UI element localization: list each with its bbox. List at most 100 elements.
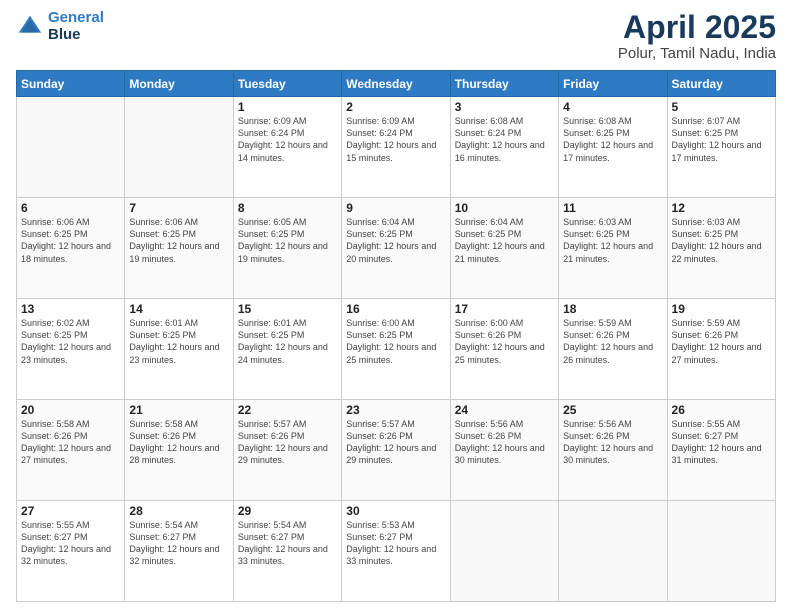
calendar-day-cell: 22Sunrise: 5:57 AM Sunset: 6:26 PM Dayli… [233,400,341,501]
calendar-day-cell [17,97,125,198]
day-number: 2 [346,100,445,114]
day-number: 29 [238,504,337,518]
day-info: Sunrise: 6:00 AM Sunset: 6:25 PM Dayligh… [346,317,445,366]
day-info: Sunrise: 5:56 AM Sunset: 6:26 PM Dayligh… [563,418,662,467]
calendar-day-cell: 12Sunrise: 6:03 AM Sunset: 6:25 PM Dayli… [667,198,775,299]
day-info: Sunrise: 6:07 AM Sunset: 6:25 PM Dayligh… [672,115,771,164]
calendar-week-row: 1Sunrise: 6:09 AM Sunset: 6:24 PM Daylig… [17,97,776,198]
header: General Blue April 2025 Polur, Tamil Nad… [16,10,776,62]
day-number: 19 [672,302,771,316]
title-block: April 2025 Polur, Tamil Nadu, India [618,10,776,62]
col-monday: Monday [125,71,233,97]
day-info: Sunrise: 6:08 AM Sunset: 6:24 PM Dayligh… [455,115,554,164]
day-info: Sunrise: 6:06 AM Sunset: 6:25 PM Dayligh… [21,216,120,265]
calendar-day-cell: 28Sunrise: 5:54 AM Sunset: 6:27 PM Dayli… [125,501,233,602]
logo: General Blue [16,10,104,43]
day-number: 4 [563,100,662,114]
calendar-day-cell: 27Sunrise: 5:55 AM Sunset: 6:27 PM Dayli… [17,501,125,602]
calendar-day-cell: 7Sunrise: 6:06 AM Sunset: 6:25 PM Daylig… [125,198,233,299]
calendar-day-cell: 4Sunrise: 6:08 AM Sunset: 6:25 PM Daylig… [559,97,667,198]
day-info: Sunrise: 6:05 AM Sunset: 6:25 PM Dayligh… [238,216,337,265]
calendar-header-row: Sunday Monday Tuesday Wednesday Thursday… [17,71,776,97]
day-info: Sunrise: 5:55 AM Sunset: 6:27 PM Dayligh… [672,418,771,467]
logo-icon [16,13,44,41]
calendar-week-row: 6Sunrise: 6:06 AM Sunset: 6:25 PM Daylig… [17,198,776,299]
day-number: 16 [346,302,445,316]
day-number: 5 [672,100,771,114]
day-number: 17 [455,302,554,316]
day-info: Sunrise: 6:04 AM Sunset: 6:25 PM Dayligh… [346,216,445,265]
day-info: Sunrise: 5:59 AM Sunset: 6:26 PM Dayligh… [672,317,771,366]
day-number: 30 [346,504,445,518]
day-number: 25 [563,403,662,417]
day-info: Sunrise: 5:57 AM Sunset: 6:26 PM Dayligh… [346,418,445,467]
calendar-day-cell: 1Sunrise: 6:09 AM Sunset: 6:24 PM Daylig… [233,97,341,198]
day-number: 11 [563,201,662,215]
day-number: 3 [455,100,554,114]
col-sunday: Sunday [17,71,125,97]
calendar-day-cell: 26Sunrise: 5:55 AM Sunset: 6:27 PM Dayli… [667,400,775,501]
day-info: Sunrise: 5:54 AM Sunset: 6:27 PM Dayligh… [129,519,228,568]
calendar-day-cell: 2Sunrise: 6:09 AM Sunset: 6:24 PM Daylig… [342,97,450,198]
calendar-day-cell: 15Sunrise: 6:01 AM Sunset: 6:25 PM Dayli… [233,299,341,400]
day-number: 18 [563,302,662,316]
day-number: 21 [129,403,228,417]
day-info: Sunrise: 6:02 AM Sunset: 6:25 PM Dayligh… [21,317,120,366]
calendar-day-cell [450,501,558,602]
calendar-day-cell: 23Sunrise: 5:57 AM Sunset: 6:26 PM Dayli… [342,400,450,501]
calendar-day-cell: 16Sunrise: 6:00 AM Sunset: 6:25 PM Dayli… [342,299,450,400]
day-info: Sunrise: 5:57 AM Sunset: 6:26 PM Dayligh… [238,418,337,467]
day-number: 10 [455,201,554,215]
col-tuesday: Tuesday [233,71,341,97]
day-number: 13 [21,302,120,316]
day-info: Sunrise: 5:54 AM Sunset: 6:27 PM Dayligh… [238,519,337,568]
day-info: Sunrise: 6:03 AM Sunset: 6:25 PM Dayligh… [563,216,662,265]
main-title: April 2025 [618,10,776,45]
day-number: 9 [346,201,445,215]
day-number: 7 [129,201,228,215]
day-info: Sunrise: 6:04 AM Sunset: 6:25 PM Dayligh… [455,216,554,265]
calendar-week-row: 13Sunrise: 6:02 AM Sunset: 6:25 PM Dayli… [17,299,776,400]
day-info: Sunrise: 5:53 AM Sunset: 6:27 PM Dayligh… [346,519,445,568]
day-info: Sunrise: 5:59 AM Sunset: 6:26 PM Dayligh… [563,317,662,366]
calendar-week-row: 27Sunrise: 5:55 AM Sunset: 6:27 PM Dayli… [17,501,776,602]
calendar-day-cell: 6Sunrise: 6:06 AM Sunset: 6:25 PM Daylig… [17,198,125,299]
col-wednesday: Wednesday [342,71,450,97]
day-number: 14 [129,302,228,316]
calendar-day-cell: 14Sunrise: 6:01 AM Sunset: 6:25 PM Dayli… [125,299,233,400]
logo-text: General Blue [48,10,104,43]
calendar-day-cell: 5Sunrise: 6:07 AM Sunset: 6:25 PM Daylig… [667,97,775,198]
day-number: 26 [672,403,771,417]
day-info: Sunrise: 6:00 AM Sunset: 6:26 PM Dayligh… [455,317,554,366]
calendar-day-cell: 8Sunrise: 6:05 AM Sunset: 6:25 PM Daylig… [233,198,341,299]
calendar-day-cell: 21Sunrise: 5:58 AM Sunset: 6:26 PM Dayli… [125,400,233,501]
day-info: Sunrise: 5:58 AM Sunset: 6:26 PM Dayligh… [21,418,120,467]
day-number: 8 [238,201,337,215]
calendar-day-cell: 13Sunrise: 6:02 AM Sunset: 6:25 PM Dayli… [17,299,125,400]
day-number: 1 [238,100,337,114]
day-info: Sunrise: 6:03 AM Sunset: 6:25 PM Dayligh… [672,216,771,265]
calendar-day-cell: 30Sunrise: 5:53 AM Sunset: 6:27 PM Dayli… [342,501,450,602]
calendar-day-cell: 3Sunrise: 6:08 AM Sunset: 6:24 PM Daylig… [450,97,558,198]
calendar-day-cell: 25Sunrise: 5:56 AM Sunset: 6:26 PM Dayli… [559,400,667,501]
calendar-day-cell [125,97,233,198]
day-number: 23 [346,403,445,417]
day-info: Sunrise: 6:09 AM Sunset: 6:24 PM Dayligh… [238,115,337,164]
day-info: Sunrise: 6:01 AM Sunset: 6:25 PM Dayligh… [238,317,337,366]
calendar-day-cell: 9Sunrise: 6:04 AM Sunset: 6:25 PM Daylig… [342,198,450,299]
day-info: Sunrise: 5:56 AM Sunset: 6:26 PM Dayligh… [455,418,554,467]
day-info: Sunrise: 6:09 AM Sunset: 6:24 PM Dayligh… [346,115,445,164]
day-number: 22 [238,403,337,417]
calendar-day-cell: 10Sunrise: 6:04 AM Sunset: 6:25 PM Dayli… [450,198,558,299]
day-number: 12 [672,201,771,215]
subtitle: Polur, Tamil Nadu, India [618,45,776,62]
calendar-day-cell [559,501,667,602]
calendar-day-cell: 17Sunrise: 6:00 AM Sunset: 6:26 PM Dayli… [450,299,558,400]
col-thursday: Thursday [450,71,558,97]
calendar-table: Sunday Monday Tuesday Wednesday Thursday… [16,70,776,602]
day-number: 28 [129,504,228,518]
calendar-day-cell: 29Sunrise: 5:54 AM Sunset: 6:27 PM Dayli… [233,501,341,602]
day-info: Sunrise: 5:55 AM Sunset: 6:27 PM Dayligh… [21,519,120,568]
calendar-day-cell [667,501,775,602]
day-info: Sunrise: 6:01 AM Sunset: 6:25 PM Dayligh… [129,317,228,366]
